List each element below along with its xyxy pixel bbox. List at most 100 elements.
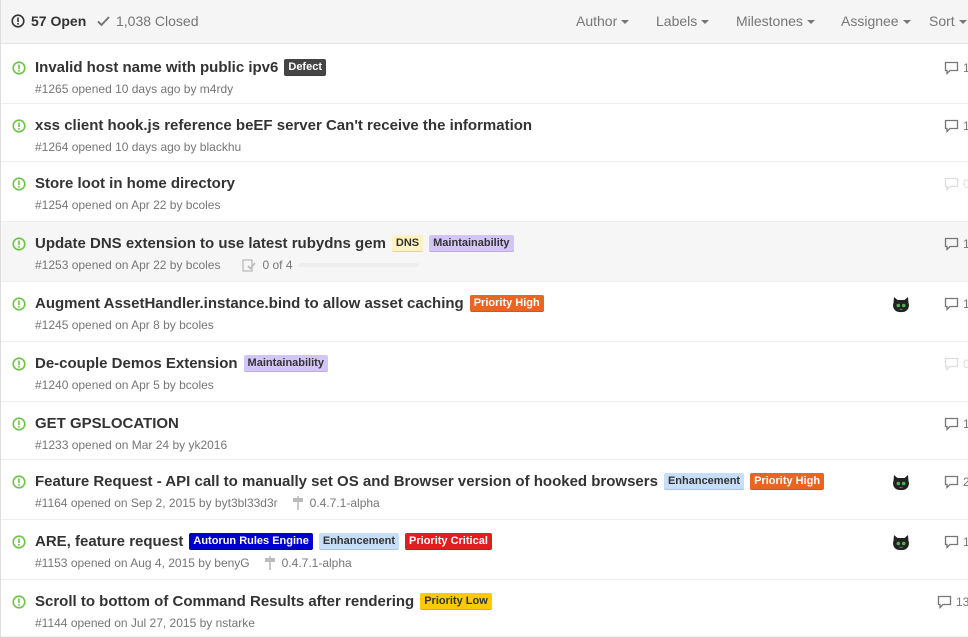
issue-title-line: De-couple Demos Extension Maintainability	[35, 355, 328, 372]
comment-icon	[944, 475, 963, 489]
issue-row[interactable]: Invalid host name with public ipv6 Defect…	[1, 46, 968, 104]
labels-filter[interactable]: Labels	[656, 13, 710, 29]
issue-title-link[interactable]: De-couple Demos Extension	[35, 355, 238, 372]
check-icon	[97, 16, 110, 27]
comment-count-link[interactable]: 1	[944, 535, 968, 549]
issue-label[interactable]: Enhancement	[318, 533, 400, 550]
issue-meta: #1245 opened on Apr 8 by bcoles	[35, 318, 214, 332]
issue-title-line: Update DNS extension to use latest rubyd…	[35, 235, 514, 252]
issue-title-link[interactable]: Update DNS extension to use latest rubyd…	[35, 235, 386, 252]
comment-count-link[interactable]: 0	[944, 357, 968, 371]
comment-icon	[944, 357, 963, 371]
chevron-down-icon	[902, 19, 911, 24]
issue-row[interactable]: ARE, feature request Autorun Rules Engine…	[1, 520, 968, 580]
issue-title-line: xss client hook.js reference beEF server…	[35, 117, 532, 134]
comment-count: 1	[963, 119, 968, 133]
issue-label[interactable]: Maintainability	[243, 355, 328, 372]
sort-filter-label: Sort	[929, 13, 955, 29]
issue-meta: #1264 opened 10 days ago by blackhu	[35, 140, 242, 154]
issue-label[interactable]: DNS	[391, 235, 424, 252]
comment-count: 1	[963, 237, 968, 251]
chevron-down-icon	[701, 19, 710, 24]
issue-meta-line: #1233 opened on Mar 24 by yk2016	[35, 438, 227, 452]
issue-opened-icon	[12, 119, 26, 138]
issue-title-link[interactable]: xss client hook.js reference beEF server…	[35, 117, 532, 134]
issue-label[interactable]: Priority High	[469, 295, 544, 312]
issue-title-link[interactable]: Store loot in home directory	[35, 175, 235, 192]
issue-meta: #1254 opened on Apr 22 by bcoles	[35, 198, 221, 212]
issue-row[interactable]: Feature Request - API call to manually s…	[1, 460, 968, 520]
comment-count-link[interactable]: 1	[944, 119, 968, 133]
issue-title-link[interactable]: Feature Request - API call to manually s…	[35, 473, 658, 490]
issue-meta-line: #1265 opened 10 days ago by m4rdy	[35, 82, 233, 96]
comment-count-link[interactable]: 1	[944, 237, 968, 251]
issue-row[interactable]: Store loot in home directory #1254 opened…	[1, 162, 968, 222]
issue-row[interactable]: Augment AssetHandler.instance.bind to al…	[1, 282, 968, 342]
assignee-filter-label: Assignee	[841, 13, 899, 29]
milestones-filter[interactable]: Milestones	[736, 13, 815, 29]
issue-meta: #1153 opened on Aug 4, 2015 by benyG	[35, 556, 250, 570]
comment-count: 0	[963, 177, 968, 191]
comment-count-link[interactable]: 1	[944, 417, 968, 431]
comment-count-link[interactable]: 13	[937, 595, 968, 609]
author-filter[interactable]: Author	[576, 13, 630, 29]
issue-meta-line: #1240 opened on Apr 5 by bcoles	[35, 378, 214, 392]
issue-title-link[interactable]: ARE, feature request	[35, 533, 183, 550]
issue-meta-line: #1164 opened on Sep 2, 2015 by byt3bl33d…	[35, 496, 380, 510]
issue-meta: #1240 opened on Apr 5 by bcoles	[35, 378, 214, 392]
author-filter-label: Author	[576, 13, 618, 29]
assignee-avatar[interactable]	[892, 474, 910, 496]
issue-row[interactable]: De-couple Demos Extension Maintainability…	[1, 342, 968, 402]
issue-title-link[interactable]: Invalid host name with public ipv6	[35, 59, 278, 76]
comment-icon	[944, 237, 963, 251]
issue-label[interactable]: Enhancement	[663, 473, 745, 490]
milestone-link[interactable]: 0.4.7.1-alpha	[292, 496, 380, 510]
issue-title-link[interactable]: Scroll to bottom of Command Results afte…	[35, 593, 414, 610]
comment-count: 2	[963, 475, 968, 489]
milestones-filter-label: Milestones	[736, 13, 803, 29]
issue-row[interactable]: xss client hook.js reference beEF server…	[1, 104, 968, 162]
comment-icon	[944, 61, 963, 75]
issue-row[interactable]: Scroll to bottom of Command Results afte…	[1, 580, 968, 637]
closed-issues-filter[interactable]: 1,038 Closed	[97, 13, 199, 29]
open-count-label: 57 Open	[31, 13, 87, 29]
issue-row[interactable]: Update DNS extension to use latest rubyd…	[1, 222, 968, 282]
open-issues-filter[interactable]: 57 Open	[11, 13, 86, 29]
issue-label[interactable]: Maintainability	[429, 235, 514, 252]
issue-label[interactable]: Autorun Rules Engine	[189, 533, 313, 550]
assignee-filter[interactable]: Assignee	[841, 13, 911, 29]
comment-count-link[interactable]: 1	[944, 297, 968, 311]
issue-label[interactable]: Priority Critical	[405, 533, 492, 550]
comment-count-link[interactable]: 1	[944, 61, 968, 75]
issue-meta: #1144 opened on Jul 27, 2015 by nstarke	[35, 616, 255, 630]
comment-icon	[944, 119, 963, 133]
milestone-icon	[264, 556, 282, 570]
chevron-down-icon	[621, 19, 630, 24]
issue-title-link[interactable]: GET GPSLOCATION	[35, 415, 179, 432]
assignee-avatar[interactable]	[892, 534, 910, 556]
comment-count: 1	[963, 535, 968, 549]
comment-count: 13	[956, 595, 968, 609]
comment-icon	[944, 177, 963, 191]
milestone-link[interactable]: 0.4.7.1-alpha	[264, 556, 352, 570]
issue-label[interactable]: Priority High	[750, 473, 825, 490]
issue-meta: #1164 opened on Sep 2, 2015 by byt3bl33d…	[35, 496, 278, 510]
chevron-down-icon	[958, 19, 967, 24]
task-progress: 0 of 4	[242, 258, 419, 272]
issue-row[interactable]: GET GPSLOCATION #1233 opened on Mar 24 by…	[1, 402, 968, 460]
comment-icon	[944, 297, 963, 311]
issue-title-link[interactable]: Augment AssetHandler.instance.bind to al…	[35, 295, 464, 312]
comment-count-link[interactable]: 2	[944, 475, 968, 489]
issue-title-line: GET GPSLOCATION	[35, 415, 179, 432]
sort-filter[interactable]: Sort	[929, 13, 967, 29]
comment-icon	[944, 417, 963, 431]
milestone-icon	[292, 496, 310, 510]
assignee-avatar[interactable]	[892, 296, 910, 318]
issue-label[interactable]: Priority Low	[420, 593, 492, 610]
issue-title-line: Invalid host name with public ipv6 Defect	[35, 59, 326, 76]
closed-count-label: 1,038 Closed	[116, 13, 199, 29]
comment-count: 0	[963, 357, 968, 371]
chevron-down-icon	[806, 19, 815, 24]
comment-count-link[interactable]: 0	[944, 177, 968, 191]
issue-label[interactable]: Defect	[284, 59, 326, 76]
